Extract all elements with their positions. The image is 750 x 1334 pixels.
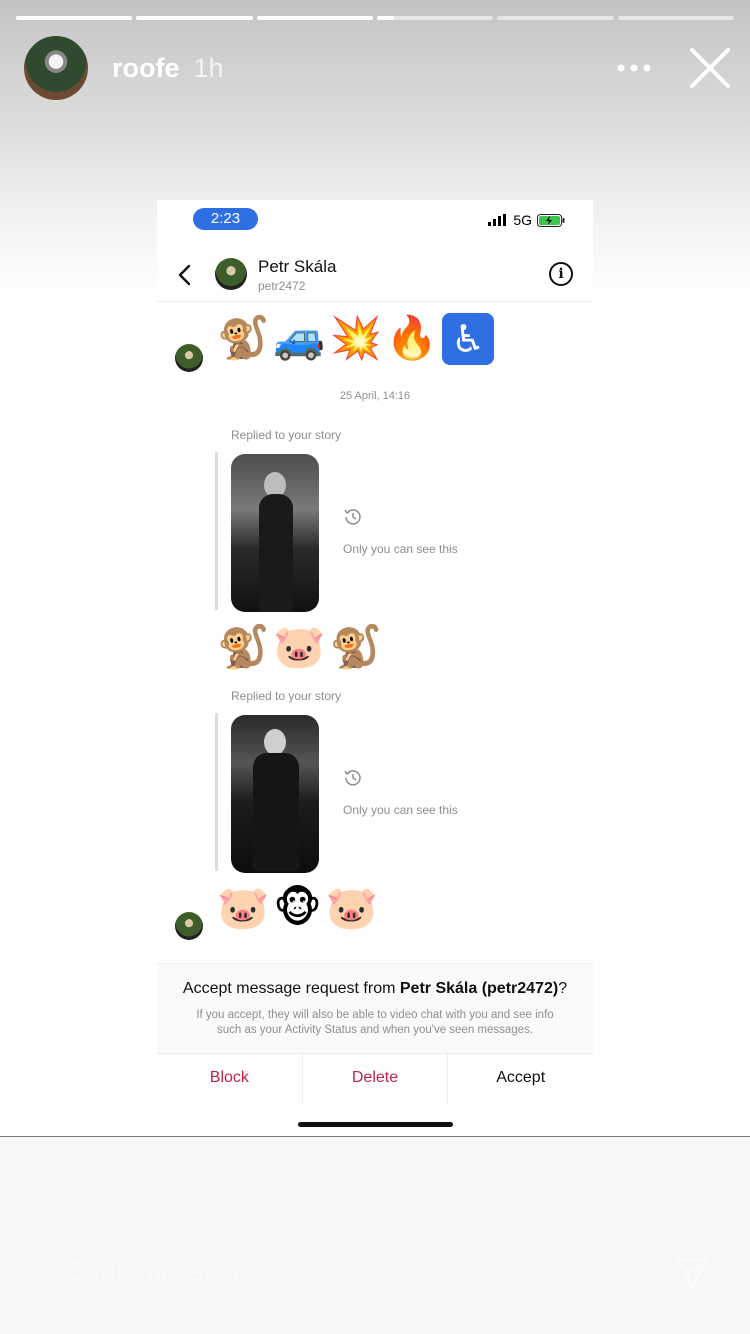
close-button[interactable]: [688, 46, 732, 90]
progress-fill: [16, 16, 133, 20]
progress-segment: [16, 16, 133, 20]
send-message-input[interactable]: Send message: [68, 1256, 248, 1287]
status-icons: 5G: [488, 212, 565, 228]
shared-screenshot: 2:23 5G Petr Skála petr2472 i 🐒 🚙 💥 🔥 ♿ …: [157, 200, 593, 1135]
home-indicator: [298, 1122, 453, 1127]
request-suffix: ?: [558, 980, 568, 997]
emoji: 💥: [329, 313, 382, 362]
more-icon: [617, 64, 651, 72]
progress-fill: [136, 16, 253, 20]
progress-fill: [256, 16, 373, 20]
reply-bar: [215, 713, 218, 871]
progress-fill: [376, 16, 395, 20]
history-icon: [344, 770, 361, 786]
status-time: 2:23: [193, 208, 258, 230]
info-icon[interactable]: i: [549, 262, 573, 286]
emoji: 🐵: [273, 883, 322, 932]
divider: [0, 1136, 750, 1137]
avatar[interactable]: [215, 258, 247, 290]
request-sender: Petr Skála (petr2472): [399, 980, 559, 997]
story-header: roofe 1h: [24, 36, 732, 100]
emoji: 🐷: [273, 622, 326, 671]
request-actions: Block Delete Accept: [157, 1053, 593, 1103]
reply-bar: [215, 452, 218, 610]
emoji: 🔥: [385, 313, 439, 362]
emoji-message: 🐒 🐷 🐒: [217, 622, 382, 672]
emoji-message: 🐷 🐵 🐷: [217, 883, 378, 933]
message-request-prompt: Accept message request from Petr Skála (…: [157, 963, 593, 1053]
progress-segment: [376, 16, 494, 20]
emoji: 🐒: [329, 622, 382, 671]
progress-segment: [256, 16, 373, 20]
send-icon[interactable]: [672, 1254, 712, 1294]
request-prefix: Accept message request from: [182, 980, 400, 997]
thumbnail-person-body: [253, 753, 299, 871]
delete-button[interactable]: Delete: [301, 1054, 448, 1103]
block-button[interactable]: Block: [157, 1054, 302, 1103]
contact-handle: petr2472: [258, 279, 306, 293]
accept-button[interactable]: Accept: [447, 1054, 593, 1103]
close-icon: [690, 48, 730, 88]
emoji: 🐒: [217, 622, 270, 671]
progress-segment: [617, 16, 734, 20]
progress-segment: [136, 16, 253, 20]
avatar: [175, 344, 203, 372]
story-progress: [16, 16, 734, 20]
thumbnail-person-head: [264, 729, 286, 755]
emoji: 🐷: [217, 883, 270, 932]
signal-icon: [488, 214, 507, 226]
progress-segment: [497, 16, 614, 20]
network-label: 5G: [513, 212, 532, 228]
contact-name[interactable]: Petr Skála: [258, 257, 336, 277]
replied-label: Replied to your story: [231, 689, 342, 703]
history-icon: [344, 509, 361, 525]
emoji: 🐷: [325, 883, 379, 932]
wheelchair-emoji: ♿: [442, 313, 495, 365]
story-thumbnail[interactable]: [231, 454, 319, 612]
only-you-note: Only you can see this: [343, 542, 458, 556]
message-timestamp: 25 April, 14:16: [339, 390, 411, 402]
request-body: If you accept, they will also be able to…: [196, 1009, 554, 1036]
only-you-note: Only you can see this: [343, 803, 458, 817]
emoji: 🚙: [273, 313, 326, 362]
battery-icon: [537, 213, 565, 227]
thumbnail-person-body: [259, 494, 293, 612]
replied-label: Replied to your story: [231, 428, 342, 442]
story-username[interactable]: roofe: [112, 53, 180, 84]
avatar[interactable]: [24, 36, 88, 100]
emoji: 🐒: [217, 313, 270, 362]
story-thumbnail[interactable]: [231, 715, 319, 873]
back-icon[interactable]: [175, 262, 195, 288]
more-options-button[interactable]: [614, 48, 654, 88]
avatar: [175, 912, 203, 940]
chat-header: Petr Skála petr2472 i: [157, 248, 593, 302]
request-title: Accept message request from Petr Skála (…: [157, 980, 593, 998]
emoji-message: 🐒 🚙 💥 🔥 ♿: [217, 313, 495, 365]
story-time: 1h: [193, 52, 224, 83]
